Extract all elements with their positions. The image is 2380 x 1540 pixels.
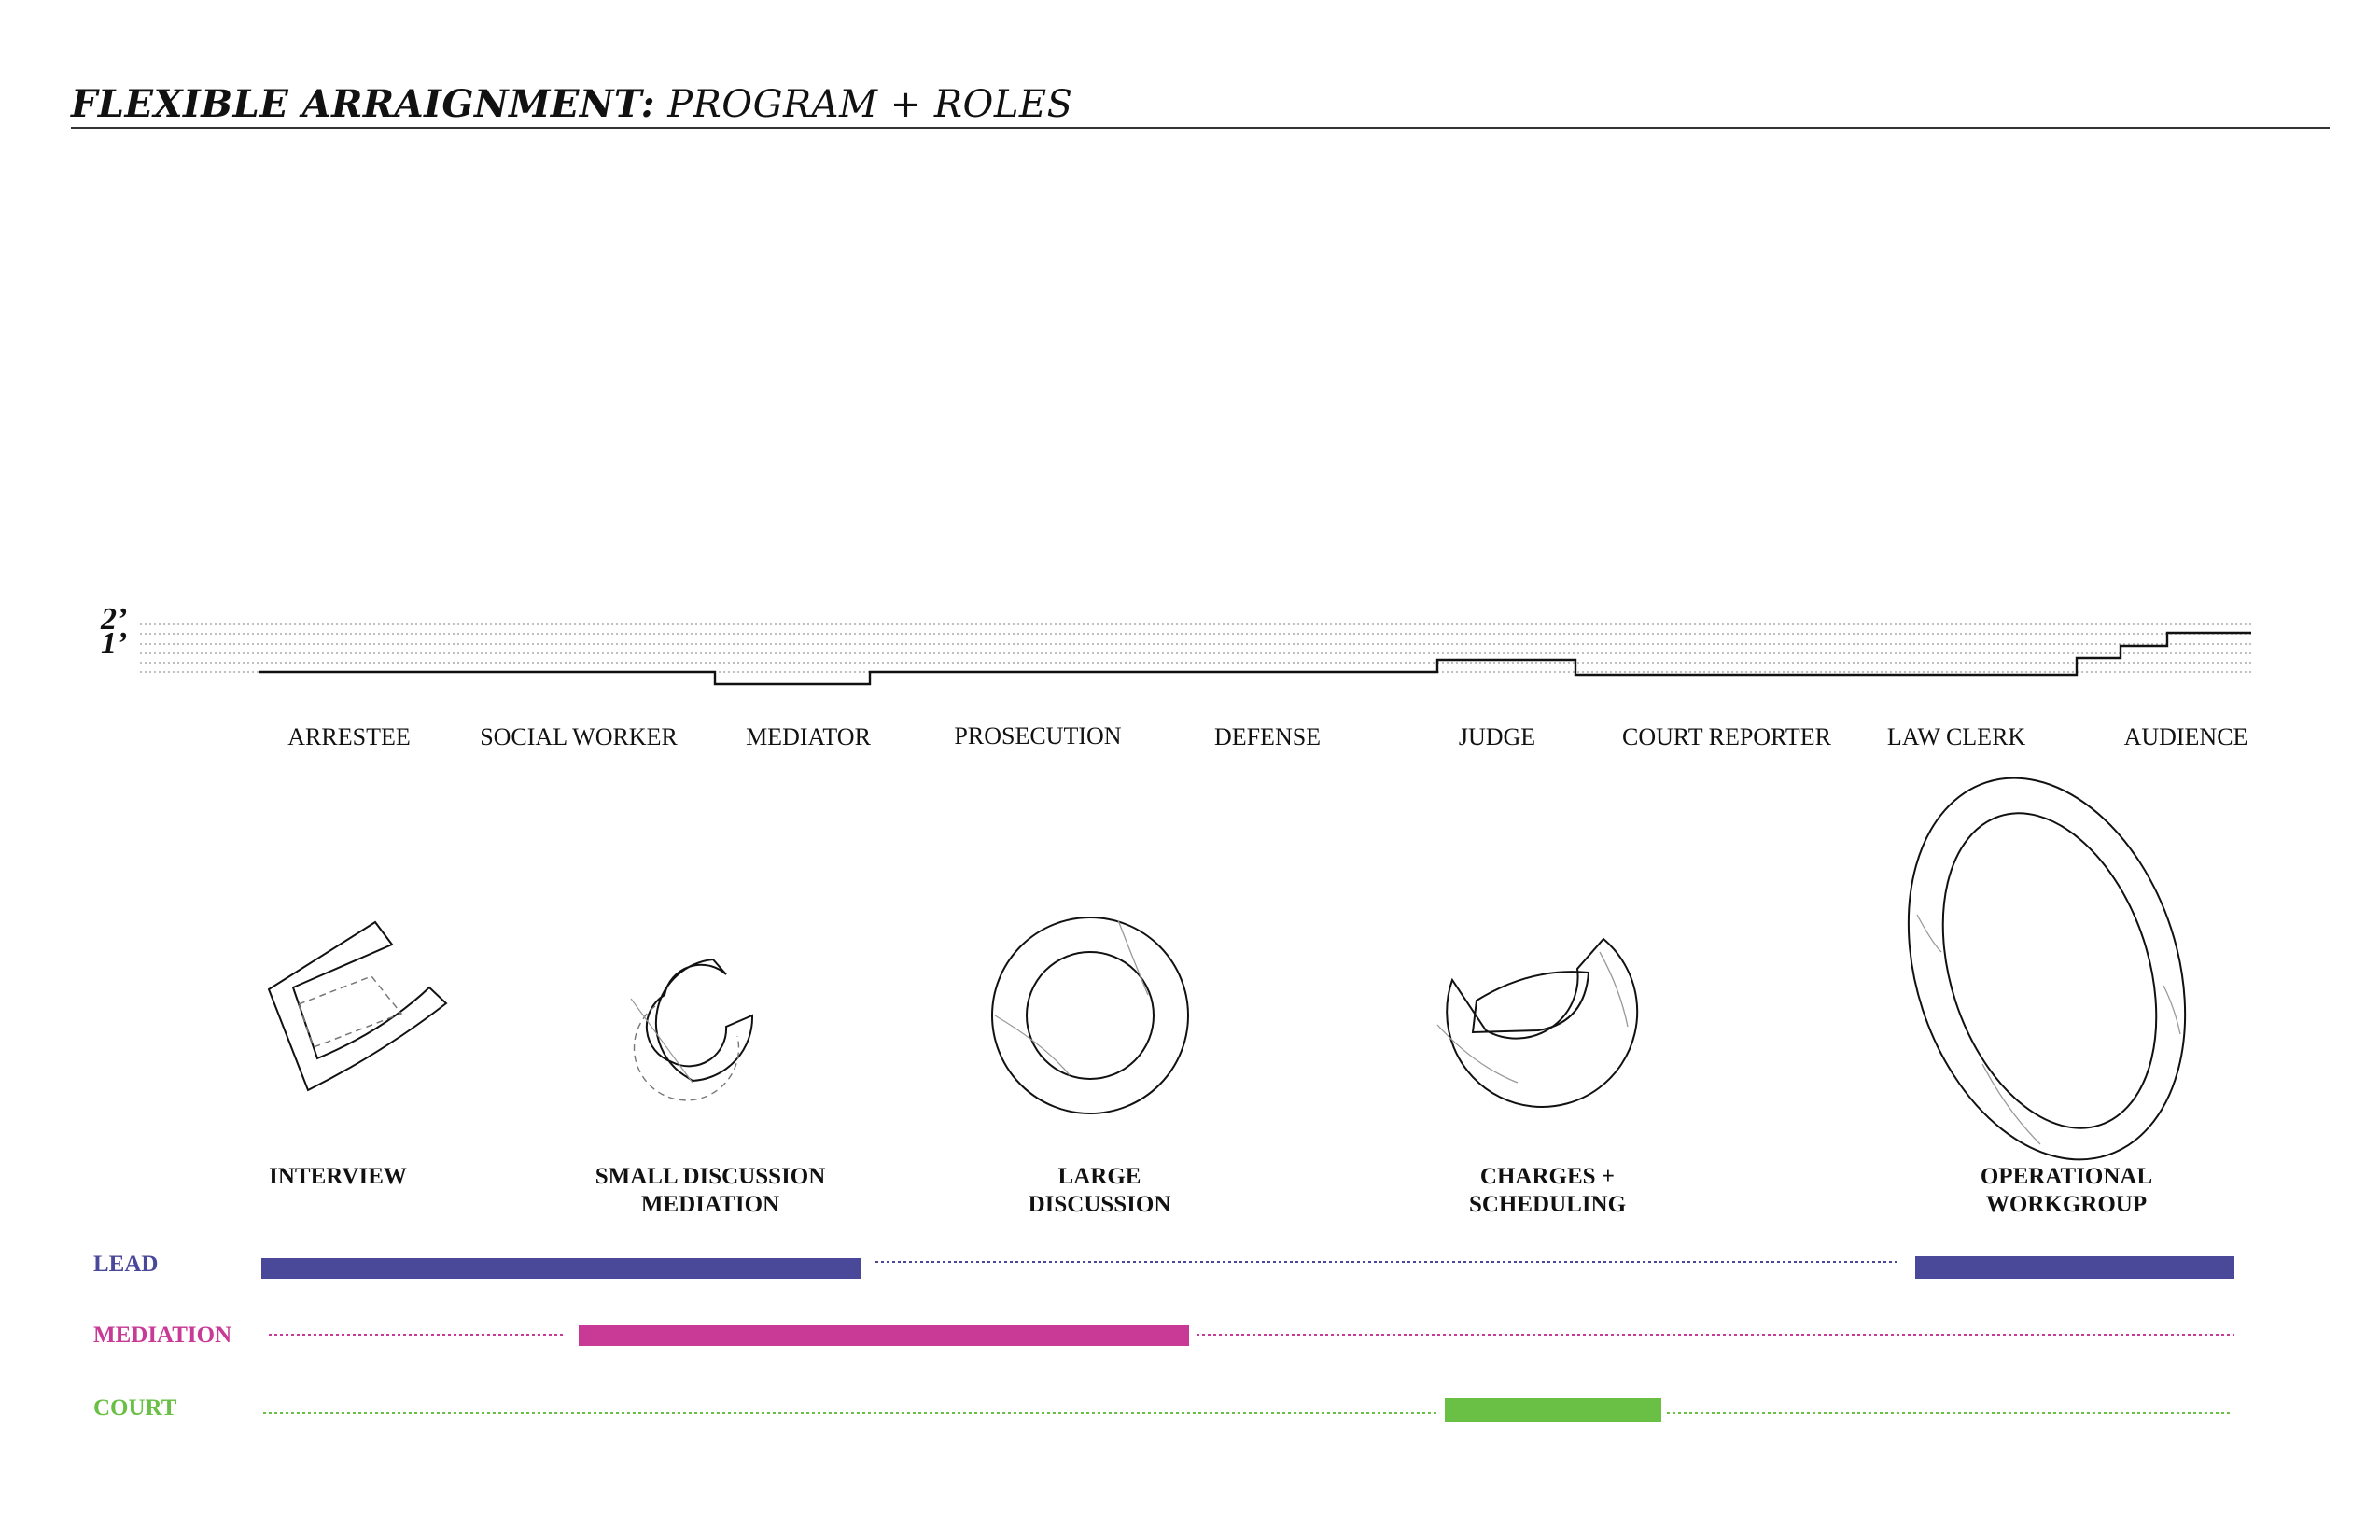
small-discussion-form	[630, 958, 754, 1101]
category-label-mediation: MEDIATION	[93, 1323, 231, 1348]
lead-timeline	[261, 1256, 2234, 1279]
lead-bar-interview-small	[261, 1258, 861, 1279]
category-label-court: COURT	[93, 1395, 177, 1421]
court-timeline	[263, 1398, 2231, 1422]
category-label-lead: LEAD	[93, 1252, 158, 1277]
role-label-judge: JUDGE	[1459, 723, 1535, 750]
role-label-social-worker: SOCIAL WORKER	[480, 723, 678, 750]
lead-bar-operational	[1915, 1256, 2234, 1279]
floor-section-profile	[259, 631, 2251, 686]
court-bar	[1445, 1398, 1661, 1422]
operational-workgroup-form	[1907, 777, 2187, 1161]
role-label-mediator: MEDIATOR	[746, 723, 872, 750]
mediation-bar	[579, 1325, 1189, 1346]
role-label-arrestee: ARRESTEE	[287, 723, 410, 750]
interview-form	[267, 920, 448, 1092]
large-discussion-form	[991, 917, 1189, 1114]
charges-scheduling-form	[1436, 937, 1639, 1108]
scale-label-1ft: 1’	[101, 626, 127, 661]
role-label-prosecution: PROSECUTION	[954, 722, 1121, 749]
role-label-law-clerk: LAW CLERK	[1887, 723, 2026, 750]
program-label-interview: INTERVIEW	[269, 1164, 407, 1189]
program-label-charges-line2: SCHEDULING	[1469, 1192, 1626, 1217]
role-label-audience: AUDIENCE	[2124, 723, 2248, 750]
role-label-court-reporter: COURT REPORTER	[1622, 723, 1832, 750]
height-reference-lines	[140, 623, 2251, 673]
role-label-defense: DEFENSE	[1214, 723, 1321, 750]
program-label-large-discussion-line1: LARGE	[1058, 1164, 1141, 1189]
program-label-charges-line1: CHARGES +	[1480, 1164, 1615, 1189]
program-label-operational-line1: OPERATIONAL	[1981, 1164, 2152, 1189]
program-label-large-discussion-line2: DISCUSSION	[1029, 1192, 1171, 1217]
program-label-small-discussion-line2: MEDIATION	[641, 1192, 779, 1217]
program-label-operational-line2: WORKGROUP	[1986, 1192, 2147, 1217]
program-label-small-discussion-line1: SMALL DISCUSSION	[595, 1164, 826, 1189]
program-roles-diagram: 2’ 1’ ARRESTEE SOCIAL WORKER MEDIATOR PR…	[93, 602, 2251, 1422]
mediation-timeline	[269, 1325, 2234, 1346]
